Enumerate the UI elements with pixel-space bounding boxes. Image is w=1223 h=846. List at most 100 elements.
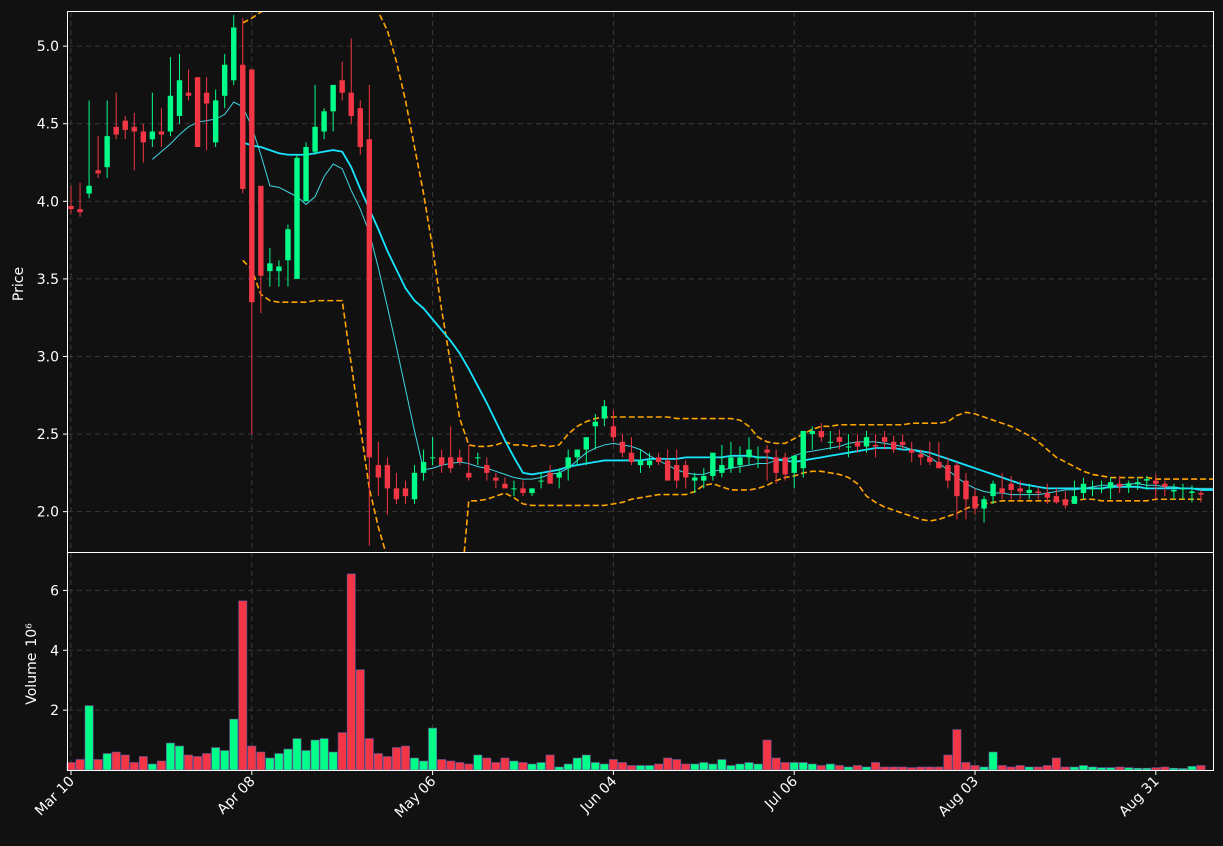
candle-body [212,100,219,143]
candle-body [918,454,924,458]
volume-bar [1142,767,1152,771]
candle-body [872,444,879,447]
candle-body [520,488,526,494]
volume-bar [310,739,320,771]
volume-bar [184,754,193,771]
candle-body [1144,479,1150,481]
chart-background [0,0,1223,842]
volume-bar [482,757,492,771]
volume-bar [129,762,139,771]
candle-body [538,480,544,482]
volume-bar [202,753,211,771]
volume-bar [355,669,365,771]
volume-bar [807,763,817,771]
volume-bar [428,727,437,771]
candle-body [1107,482,1114,489]
volume-bar [455,762,465,771]
volume-bar [373,753,383,771]
candle-body [167,95,174,132]
candle-body [610,426,617,438]
volume-bar [844,766,853,771]
candle-body [77,209,83,213]
volume-bar [853,765,862,771]
volume-bar [527,763,537,771]
volume-bar [825,763,835,771]
volume-bar [1115,766,1125,771]
volume-bar [1160,766,1170,771]
volume-bar [274,753,284,771]
candle-body [484,465,490,473]
volume-bar [970,765,980,771]
volume-bar [473,754,483,771]
volume-bar [862,766,871,771]
volume-bar [1024,766,1034,771]
volume-bar [166,742,175,771]
candle-body [683,465,689,478]
volume-bar [798,762,808,771]
volume-bar [446,760,456,771]
volume-bar [590,762,600,771]
candle-body [773,457,779,473]
volume-bar [735,763,745,771]
candle-body [791,455,797,473]
volume-bar [916,766,926,771]
volume-bar [256,751,266,771]
volume-bar [1133,767,1143,771]
volume-axis-label: Volume 10⁶ [24,623,40,705]
volume-bar [699,762,709,771]
volume-bar [437,759,447,771]
volume-bar [762,739,772,771]
price-tick-label: 5.0 [37,39,59,55]
volume-bar [925,766,935,771]
volume-bar [618,762,627,771]
candle-body [402,488,409,497]
candle-body [890,441,897,450]
volume-bar [816,765,826,771]
volume-bar [572,757,582,771]
candle-body [1116,483,1123,487]
volume-bar [382,756,392,771]
volume-bar [211,747,221,771]
volume-bar [681,763,691,771]
candle-body [475,457,481,459]
candle-body [104,136,110,168]
volume-bar [961,762,971,771]
candle-body [909,449,915,453]
candle-body [176,80,183,116]
volume-bar [1079,765,1088,771]
candle-body [493,477,499,481]
volume-bar [319,738,329,771]
candle-body [240,64,246,189]
candle-body [601,406,608,419]
candle-body [637,460,644,466]
volume-bar [401,745,410,771]
volume-bar [1061,766,1070,771]
candle-body [881,437,888,442]
candle-body [945,465,951,481]
volume-bar [753,763,763,771]
volume-bar [229,718,239,771]
candle-body [547,472,553,484]
volume-bar [1015,765,1025,771]
candle-body [420,462,427,473]
volume-bar [75,759,85,771]
volume-bar [328,751,338,771]
volume-tick-label: 2 [50,703,59,719]
price-tick-label: 2.5 [37,427,59,443]
candle-body [438,457,445,466]
volume-bar [283,748,293,771]
volume-bar [771,757,781,771]
volume-bar [292,738,302,771]
candle-body [140,131,147,143]
candle-body [1198,493,1204,495]
candle-body [1171,489,1177,492]
candle-body [592,421,599,427]
volume-bar [889,766,899,771]
candle-body [800,430,806,469]
candle-body [755,457,761,459]
candle-body [845,446,852,448]
candle-body [384,465,391,489]
volume-bar [147,763,157,771]
candle-body [258,185,264,276]
candle-body [899,441,906,445]
